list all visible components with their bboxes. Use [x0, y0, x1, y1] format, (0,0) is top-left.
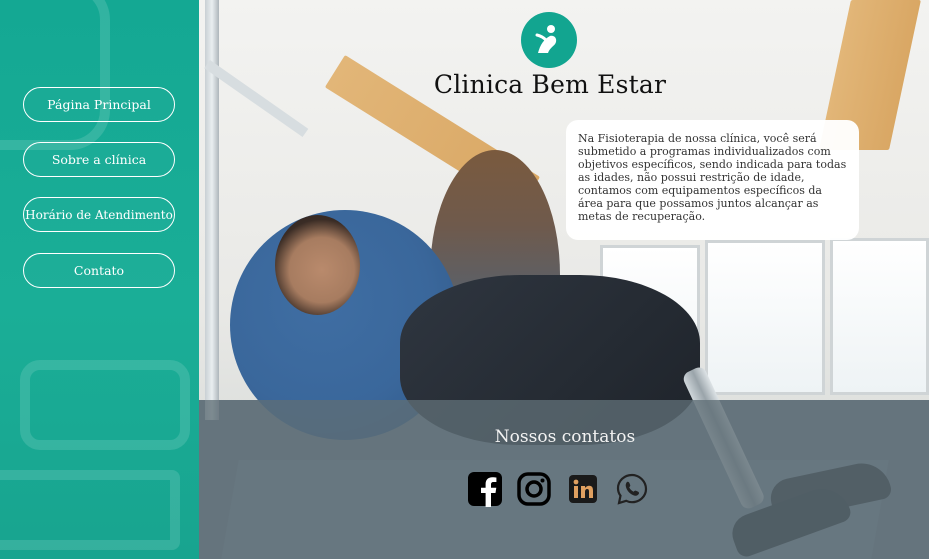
instagram-link[interactable]: [516, 471, 552, 507]
page-title: Clinica Bem Estar: [433, 70, 667, 99]
info-text: Na Fisioterapia de nossa clínica, você s…: [578, 132, 847, 223]
info-card: Na Fisioterapia de nossa clínica, você s…: [566, 120, 859, 240]
window: [830, 238, 929, 395]
whatsapp-icon: [616, 473, 648, 505]
contacts-section: Nossos contatos: [199, 400, 929, 559]
nav-contact-button[interactable]: Contato: [23, 253, 175, 288]
facebook-link[interactable]: [467, 471, 503, 507]
equipment-bar: [204, 60, 309, 138]
linkedin-link[interactable]: [565, 471, 601, 507]
sidebar-decoration: [0, 470, 180, 550]
whatsapp-link[interactable]: [614, 471, 650, 507]
physio-person-icon: [535, 25, 557, 53]
sidebar-decoration: [20, 360, 190, 450]
nav-home-button[interactable]: Página Principal: [23, 87, 175, 122]
clinic-logo: [521, 12, 577, 68]
facebook-icon: [468, 472, 502, 507]
sidebar-decoration: [0, 0, 110, 150]
patient-head: [275, 215, 360, 315]
nav-hours-button[interactable]: Horário de Atendimento: [23, 197, 175, 232]
instagram-icon: [517, 472, 551, 506]
sidebar: Página Principal Sobre a clínica Horário…: [0, 0, 199, 559]
nav-about-button[interactable]: Sobre a clínica: [23, 142, 175, 177]
linkedin-icon: [569, 475, 597, 503]
window: [705, 240, 825, 395]
contacts-title: Nossos contatos: [494, 427, 636, 447]
